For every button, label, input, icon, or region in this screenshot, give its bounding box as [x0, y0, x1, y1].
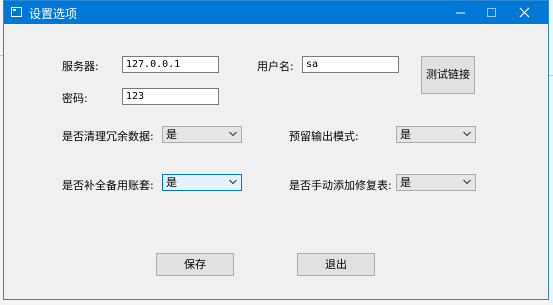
close-button[interactable]: [510, 1, 540, 24]
window-title: 设置选项: [29, 7, 78, 21]
title-bar[interactable]: 设置选项: [4, 1, 548, 24]
test-connection-button[interactable]: 测试链接: [421, 56, 475, 94]
reserve-output-value: 是: [400, 128, 411, 141]
maximize-button[interactable]: [477, 1, 507, 24]
manual-repair-label: 是否手动添加修复表:: [289, 179, 392, 192]
clean-redundant-select[interactable]: 是: [162, 126, 242, 143]
server-input[interactable]: 127.0.0.1: [122, 56, 219, 73]
username-label: 用户名:: [257, 60, 294, 73]
manual-repair-select[interactable]: 是: [396, 174, 476, 191]
fill-backup-select[interactable]: 是: [162, 174, 242, 191]
password-input[interactable]: 123: [122, 88, 219, 105]
chevron-down-icon: [463, 179, 471, 185]
minimize-icon: [456, 12, 465, 14]
password-label: 密码:: [62, 92, 88, 105]
chevron-down-icon: [229, 131, 237, 137]
background-divider: [549, 75, 553, 76]
close-icon: [519, 7, 530, 18]
settings-dialog: 设置选项 服务器: 127.0.0.1 用户名: sa 密码: 123 测试链接: [3, 0, 549, 300]
chevron-down-icon: [229, 179, 237, 185]
reserve-output-select[interactable]: 是: [396, 126, 476, 143]
save-button[interactable]: 保存: [156, 253, 234, 276]
minimize-button[interactable]: [446, 1, 476, 24]
exit-button[interactable]: 退出: [297, 253, 375, 276]
maximize-icon: [487, 8, 496, 17]
app-icon: [11, 7, 22, 17]
fill-backup-label: 是否补全备用账套:: [62, 179, 154, 192]
fill-backup-value: 是: [166, 176, 177, 189]
server-label: 服务器:: [62, 60, 99, 73]
chevron-down-icon: [463, 131, 471, 137]
clean-redundant-value: 是: [166, 128, 177, 141]
manual-repair-value: 是: [400, 176, 411, 189]
username-input[interactable]: sa: [302, 56, 399, 73]
reserve-output-label: 预留输出模式:: [289, 130, 359, 143]
clean-redundant-label: 是否清理冗余数据:: [62, 130, 154, 143]
dialog-body: 服务器: 127.0.0.1 用户名: sa 密码: 123 测试链接 是否清理…: [4, 24, 548, 300]
